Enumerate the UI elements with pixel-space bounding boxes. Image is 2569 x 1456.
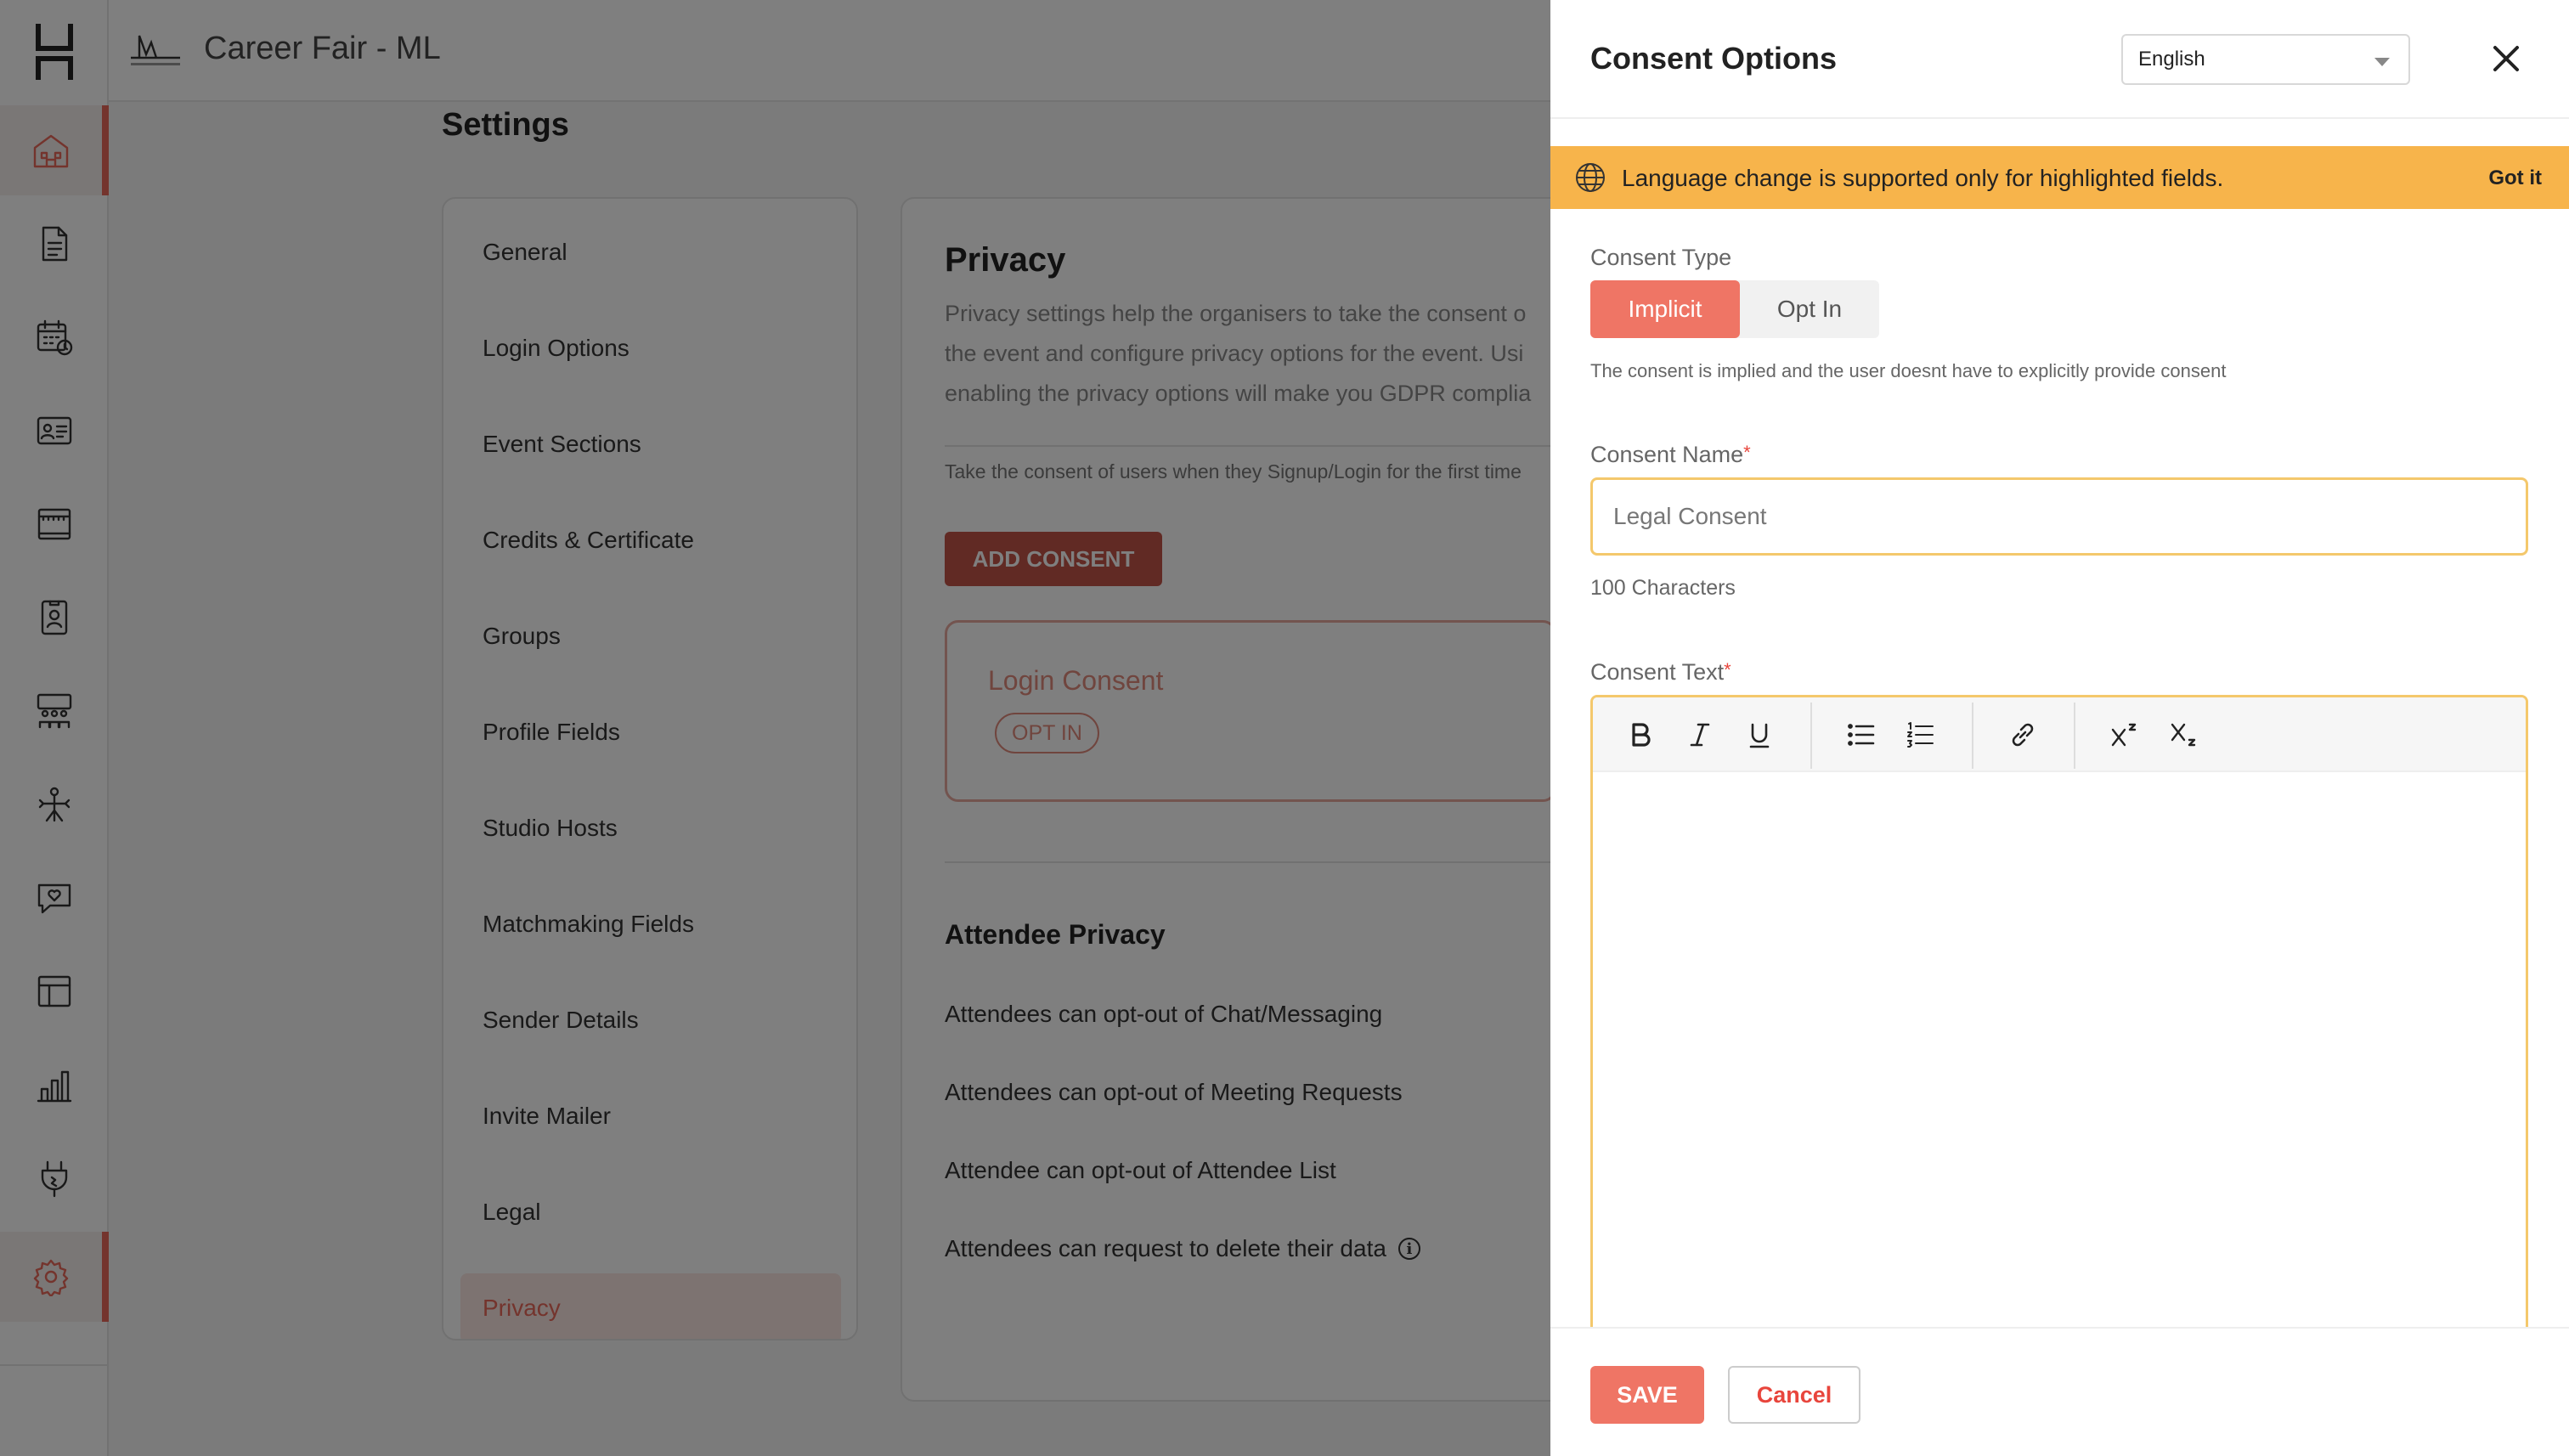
- editor-toolbar: [1593, 697, 2526, 772]
- superscript-icon: [2111, 723, 2137, 747]
- language-select-value: English: [2138, 48, 2205, 71]
- italic-icon: [1690, 723, 1710, 747]
- link-icon: [2012, 723, 2034, 747]
- consent-type-help: The consent is implied and the user does…: [1590, 360, 2227, 381]
- drawer-title: Consent Options: [1590, 41, 1837, 76]
- bullet-list-icon: [1848, 724, 1875, 746]
- bold-button[interactable]: [1618, 713, 1663, 757]
- italic-button[interactable]: [1678, 713, 1722, 757]
- drawer-footer: SAVE Cancel: [1550, 1327, 2569, 1456]
- underline-button[interactable]: [1737, 713, 1781, 757]
- numbered-list-button[interactable]: [1899, 713, 1943, 757]
- consent-name-input[interactable]: [1590, 477, 2528, 556]
- globe-icon: [1576, 163, 1605, 192]
- got-it-button[interactable]: Got it: [2488, 166, 2542, 190]
- link-button[interactable]: [2001, 713, 2045, 757]
- toolbar-separator: [1972, 703, 1973, 769]
- drawer-header: Consent Options English: [1550, 0, 2569, 119]
- toolbar-separator: [1810, 703, 1812, 769]
- required-mark: *: [1743, 442, 1751, 463]
- consent-name-label-text: Consent Name: [1590, 442, 1744, 467]
- banner-text: Language change is supported only for hi…: [1622, 165, 2224, 191]
- consent-text-editor[interactable]: [1590, 695, 2528, 1391]
- bold-icon: [1632, 723, 1651, 747]
- required-mark: *: [1724, 659, 1731, 680]
- subscript-icon: [2171, 723, 2196, 747]
- consent-text-label-text: Consent Text: [1590, 659, 1725, 685]
- underline-icon: [1749, 723, 1770, 748]
- save-button[interactable]: SAVE: [1590, 1366, 1704, 1424]
- consent-options-drawer: Consent Options English Language change …: [1550, 0, 2569, 1456]
- numbered-list-icon: [1907, 722, 1934, 748]
- cancel-button[interactable]: Cancel: [1728, 1366, 1860, 1424]
- character-count: 100 Characters: [1590, 576, 1736, 600]
- consent-name-label: Consent Name*: [1590, 442, 1751, 468]
- language-banner: Language change is supported only for hi…: [1550, 146, 2569, 209]
- consent-type-opt-in[interactable]: Opt In: [1740, 280, 1879, 338]
- superscript-button[interactable]: [2103, 713, 2147, 757]
- toolbar-separator: [2074, 703, 2075, 769]
- close-button[interactable]: [2485, 37, 2527, 80]
- close-icon: [2493, 46, 2519, 71]
- consent-type-implicit[interactable]: Implicit: [1590, 280, 1740, 338]
- language-select[interactable]: English: [2121, 34, 2410, 85]
- consent-type-label: Consent Type: [1590, 245, 1732, 270]
- consent-type-toggle: Implicit Opt In: [1590, 280, 1879, 338]
- modal-overlay[interactable]: [0, 0, 1550, 1456]
- bullet-list-button[interactable]: [1839, 713, 1883, 757]
- consent-text-label: Consent Text*: [1590, 659, 1731, 686]
- caret-down-icon: [2374, 58, 2390, 66]
- subscript-button[interactable]: [2162, 713, 2206, 757]
